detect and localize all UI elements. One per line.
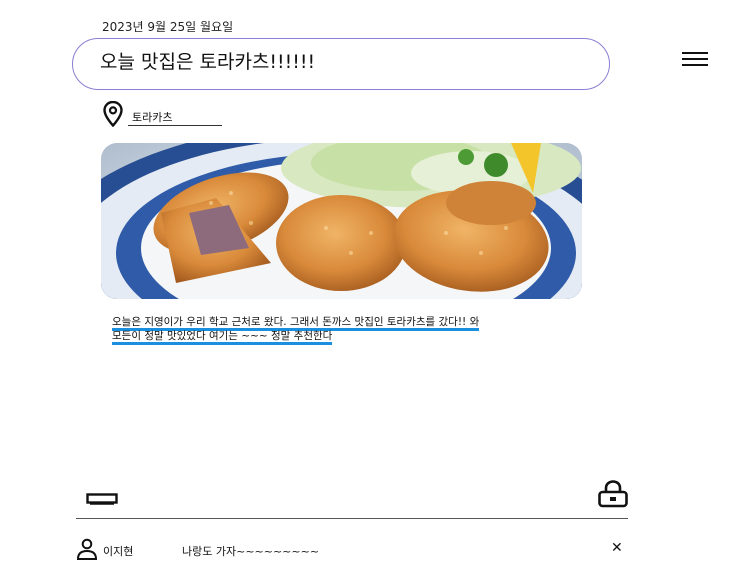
description-line-1: 오늘은 지영이가 우리 학교 근처로 왔다. 그래서 돈까스 맛집인 토라카츠를… — [112, 314, 480, 331]
comment-text: 나랑도 가자~~~~~~~~~ — [182, 545, 320, 558]
food-photo — [101, 143, 582, 299]
menu-icon — [682, 52, 708, 66]
location-value: 토라카츠 — [132, 111, 173, 124]
post-title: 오늘 맛집은 토라카츠!!!!!! — [100, 51, 316, 73]
location-pin-icon — [103, 101, 123, 127]
unlock-icon[interactable] — [597, 480, 629, 508]
description-text-2: 모든이 정말 맛있었다 여기는 ~~~ 정말 추천한다 — [112, 330, 333, 345]
comment-input-icon[interactable] — [86, 493, 118, 505]
comment-author: 이지현 — [103, 545, 134, 558]
close-icon[interactable]: ✕ — [611, 540, 623, 556]
user-icon — [76, 538, 98, 560]
divider — [76, 518, 628, 519]
post-date: 2023년 9월 25일 월요일 — [102, 20, 234, 34]
menu-button[interactable] — [682, 52, 708, 70]
description-line-2: 모든이 정말 맛있었다 여기는 ~~~ 정말 추천한다 — [112, 328, 333, 345]
